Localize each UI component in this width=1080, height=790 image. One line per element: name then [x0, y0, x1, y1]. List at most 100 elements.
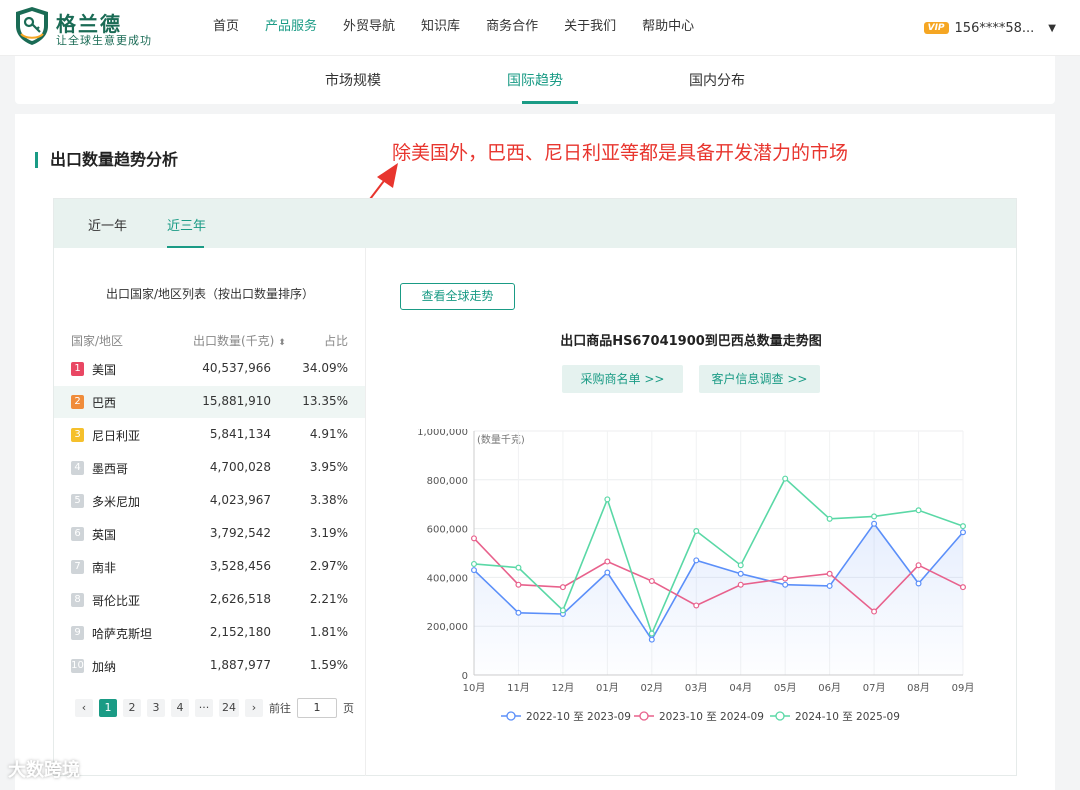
data-point: [915, 580, 922, 587]
rank-badge: 2: [71, 395, 84, 409]
table-row[interactable]: 10 加纳 1,887,977 1.59%: [54, 650, 365, 682]
x-tick-label: 05月: [774, 682, 797, 694]
data-point: [915, 507, 922, 514]
rank-badge: 10: [71, 659, 84, 673]
country-name: 哥伦比亚: [92, 594, 141, 608]
x-tick-label: 03月: [685, 682, 708, 694]
table-row[interactable]: 9 哈萨克斯坦 2,152,180 1.81%: [54, 617, 365, 649]
goto-page-input[interactable]: 1: [297, 698, 337, 718]
caret-down-icon[interactable]: ▼: [1048, 23, 1056, 34]
table-row[interactable]: 1 美国 40,537,966 34.09%: [54, 353, 365, 385]
period-tab-three-years[interactable]: 近三年: [167, 215, 206, 234]
next-page-button[interactable]: ›: [245, 699, 263, 717]
rank-badge: 1: [71, 362, 84, 376]
export-quantity: 4,023,967: [209, 493, 271, 507]
table-row[interactable]: 2 巴西 15,881,910 13.35%: [54, 386, 365, 418]
tab-domestic-distribution[interactable]: 国内分布: [689, 70, 745, 90]
country-list-title: 出口国家/地区列表（按出口数量排序）: [105, 287, 315, 301]
data-point: [604, 569, 611, 576]
page-3[interactable]: 3: [147, 699, 165, 717]
nav-business[interactable]: 商务合作: [473, 0, 551, 56]
data-point: [693, 557, 700, 564]
table-row[interactable]: 6 英国 3,792,542 3.19%: [54, 518, 365, 550]
export-quantity: 2,152,180: [209, 625, 271, 639]
table-row[interactable]: 7 南非 3,528,456 2.97%: [54, 551, 365, 583]
data-point: [648, 636, 655, 643]
section-tabs: 市场规模 国际趋势 国内分布: [15, 56, 1055, 104]
page-2[interactable]: 2: [123, 699, 141, 717]
shield-logo-icon: [16, 7, 48, 45]
user-phone: 156****58...: [954, 20, 1035, 36]
legend-marker: [639, 711, 649, 721]
export-share: 13.35%: [302, 394, 348, 408]
data-point: [871, 520, 878, 527]
page-24[interactable]: 24: [219, 699, 239, 717]
user-menu[interactable]: VIP 156****58... ▼: [923, 0, 1056, 56]
annotation-text: 除美国外，巴西、尼日利亚等都是具备开发潜力的市场: [392, 142, 849, 164]
goto-suffix: 页: [343, 702, 354, 715]
y-tick-label: 400,000: [427, 573, 468, 584]
nav-products[interactable]: 产品服务: [252, 0, 330, 56]
export-quantity: 1,887,977: [209, 658, 271, 672]
data-point: [782, 475, 789, 482]
data-point: [470, 560, 477, 567]
sort-icon[interactable]: ⬍: [278, 338, 286, 348]
export-share: 1.81%: [309, 625, 348, 639]
x-tick-label: 07月: [863, 682, 886, 694]
data-point: [648, 578, 655, 585]
x-tick-label: 10月: [463, 682, 486, 694]
period-tab-one-year[interactable]: 近一年: [88, 215, 127, 234]
tab-international-trend[interactable]: 国际趋势: [507, 70, 563, 90]
table-row[interactable]: 5 多米尼加 4,023,967 3.38%: [54, 485, 365, 517]
page-4[interactable]: 4: [171, 699, 189, 717]
country-name: 英国: [92, 528, 117, 542]
data-point: [959, 529, 966, 536]
data-point: [782, 581, 789, 588]
export-quantity: 5,841,134: [209, 427, 271, 441]
data-point: [959, 523, 966, 530]
nav-help[interactable]: 帮助中心: [629, 0, 707, 56]
nav-home[interactable]: 首页: [200, 0, 252, 56]
rank-badge: 6: [71, 527, 84, 541]
prev-page-button[interactable]: ‹: [75, 699, 93, 717]
buyer-list-button[interactable]: 采购商名单 >>: [562, 365, 683, 393]
country-name: 加纳: [92, 660, 117, 674]
data-point: [782, 575, 789, 582]
column-quantity-label: 出口数量(千克): [193, 334, 275, 348]
rank-badge: 9: [71, 626, 84, 640]
data-point: [693, 602, 700, 609]
nav-trade-guide[interactable]: 外贸导航: [330, 0, 408, 56]
data-point: [515, 581, 522, 588]
column-quantity[interactable]: 出口数量(千克) ⬍: [193, 332, 286, 349]
export-quantity: 2,626,518: [209, 592, 271, 606]
period-tabs: 近一年 近三年: [54, 199, 1016, 248]
table-row[interactable]: 8 哥伦比亚 2,626,518 2.21%: [54, 584, 365, 616]
legend-marker: [775, 711, 785, 721]
data-point: [604, 558, 611, 565]
y-tick-label: 800,000: [427, 476, 468, 487]
view-global-trend-button[interactable]: 查看全球走势: [400, 283, 515, 310]
data-point: [604, 496, 611, 503]
y-tick-label: 1,000,000: [417, 429, 468, 438]
data-point: [871, 513, 878, 520]
page-1[interactable]: 1: [99, 699, 117, 717]
more-pages[interactable]: ···: [195, 699, 213, 717]
data-point: [871, 608, 878, 615]
table-row[interactable]: 4 墨西哥 4,700,028 3.95%: [54, 452, 365, 484]
x-tick-label: 12月: [552, 682, 575, 694]
tab-market-size[interactable]: 市场规模: [325, 70, 381, 90]
chart-title: 出口商品HS67041900到巴西总数量走势图: [560, 334, 822, 349]
data-point: [559, 584, 566, 591]
export-share: 2.21%: [309, 592, 348, 606]
nav-about[interactable]: 关于我们: [551, 0, 629, 56]
export-quantity: 3,792,542: [209, 526, 271, 540]
export-share: 1.59%: [309, 658, 348, 672]
table-row[interactable]: 3 尼日利亚 5,841,134 4.91%: [54, 419, 365, 451]
nav-knowledge[interactable]: 知识库: [408, 0, 473, 56]
data-point: [737, 562, 744, 569]
series-area: [474, 523, 963, 675]
customer-survey-button[interactable]: 客户信息调查 >>: [699, 365, 820, 393]
logo[interactable]: 格兰德 让全球生意更成功: [14, 6, 174, 50]
data-point: [737, 570, 744, 577]
export-quantity: 4,700,028: [209, 460, 271, 474]
